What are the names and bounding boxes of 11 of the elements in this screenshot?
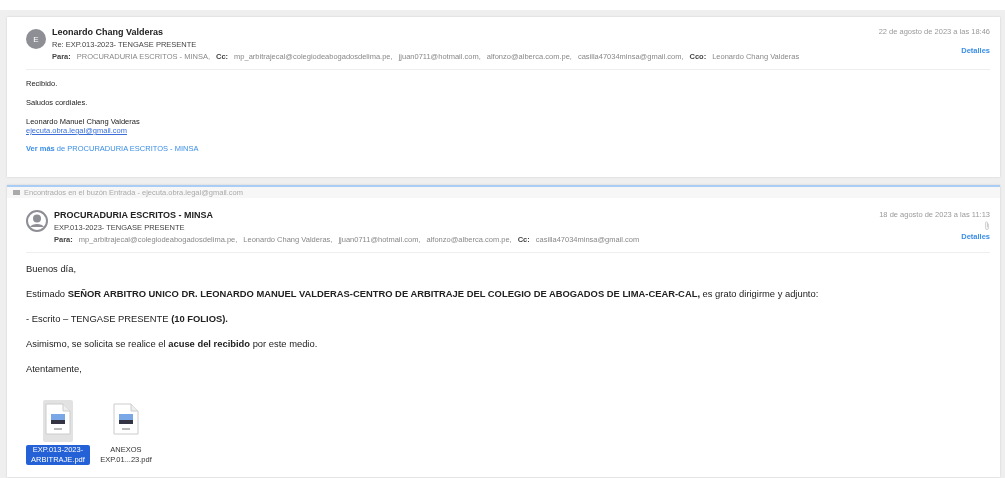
body-paragraph: Estimado SEÑOR ARBITRO UNICO DR. LEONARDO MANUEL VALDERAS-CENTRO DE ARBITRAJE DEL COLEGIO DE ABOGADOS DE LIMA-CEAR-CAL, es grato dirigirme y adjunto: xyxy=(26,288,820,299)
body-paragraph: Atentamente, xyxy=(26,363,83,374)
body-paragraph: - Escrito – TENGASE PRESENTE (10 FOLIOS). xyxy=(26,313,229,324)
pdf-file-icon xyxy=(113,403,139,435)
avatar-initial: E xyxy=(26,29,46,49)
sender-name: Leonardo Chang Valderas xyxy=(52,27,165,37)
body-paragraph: Buenos día, xyxy=(26,263,78,274)
folder-icon xyxy=(13,190,20,195)
body-paragraph: Asimismo, se solicita se realice el acuse del recibido por este medio. xyxy=(26,338,319,349)
sender-name: PROCURADURIA ESCRITOS - MINSA xyxy=(54,210,214,220)
person-icon xyxy=(26,210,48,232)
